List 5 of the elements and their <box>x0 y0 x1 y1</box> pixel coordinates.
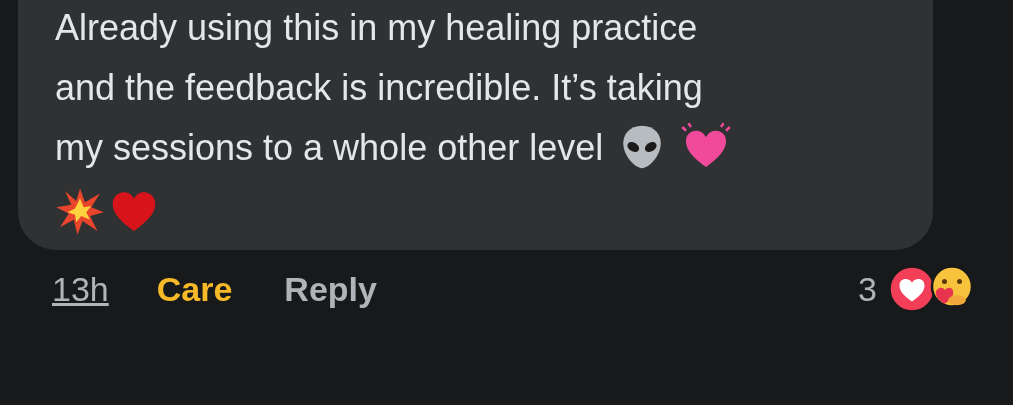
care-reaction-button[interactable]: Care <box>156 269 233 309</box>
comment-time[interactable]: 13h <box>52 269 109 309</box>
reply-button[interactable]: Reply <box>284 269 377 309</box>
comment-text: Already using this in my healing practice and the feedback is incredible. It’s taking my sessions to a whole other level <box>55 0 893 178</box>
reaction-count: 3 <box>858 269 877 309</box>
